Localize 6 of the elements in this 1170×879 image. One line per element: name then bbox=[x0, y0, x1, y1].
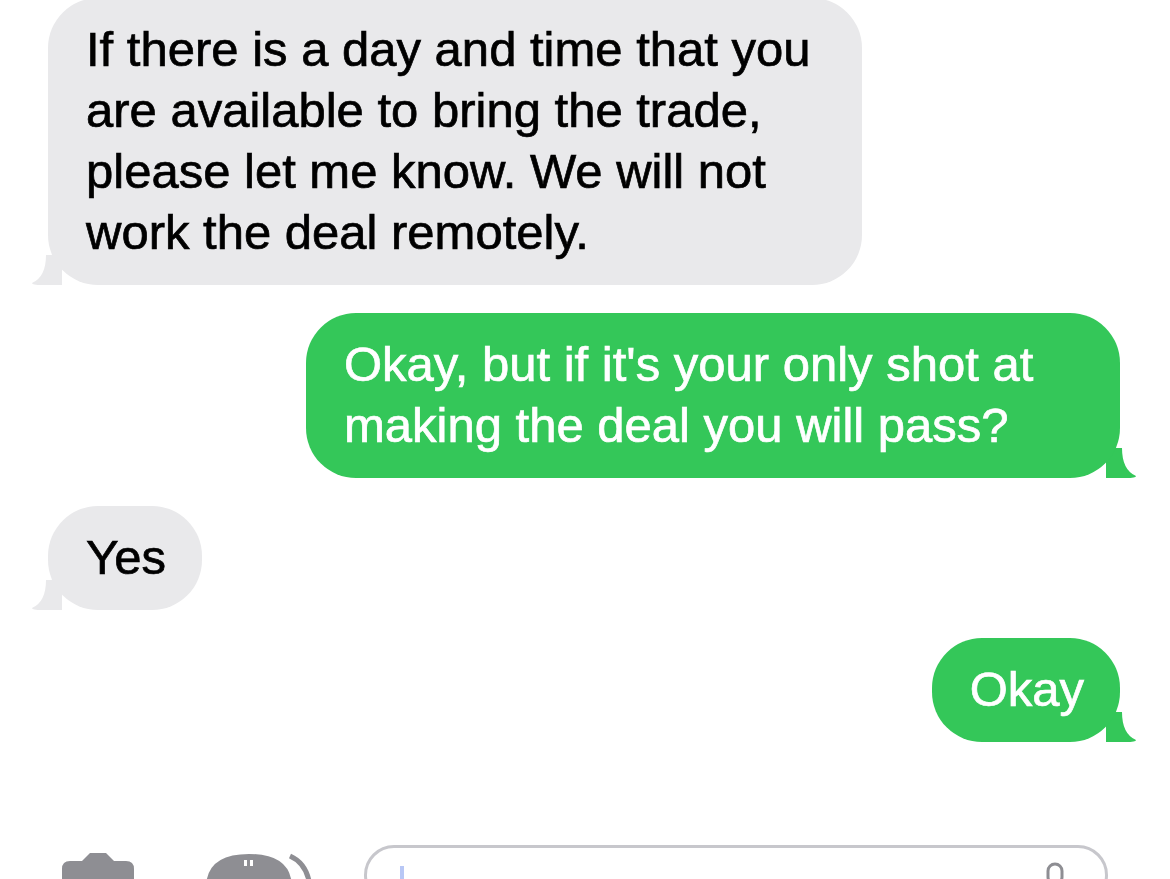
bubble-tail bbox=[1106, 712, 1136, 742]
bubble-tail bbox=[1106, 448, 1136, 478]
message-bubble: Yes bbox=[48, 506, 202, 610]
message-bubble: If there is a day and time that you are available to bring the trade, please let me know. We will not work the deal remotely. bbox=[48, 0, 862, 285]
message-bubble: Okay, but if it's your only shot at making the deal you will pass? bbox=[306, 313, 1120, 478]
message-bubble: Okay bbox=[931, 638, 1120, 742]
